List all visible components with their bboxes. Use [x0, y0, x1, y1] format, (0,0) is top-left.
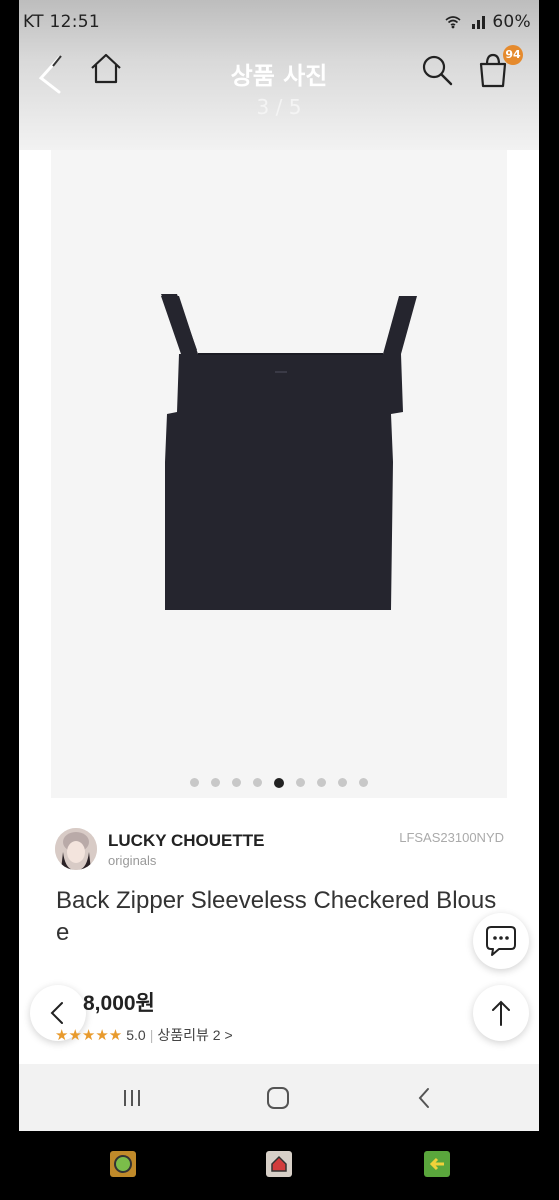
dock-app-icon[interactable] [424, 1151, 450, 1177]
home-app-icon [271, 1155, 287, 1172]
cart-count-badge: 94 [503, 45, 523, 65]
chat-bubble-icon [486, 926, 516, 956]
sleeveless-top-image [161, 294, 417, 610]
product-name: Back Zipper Sleeveless Checkered Blouse [56, 887, 497, 946]
carousel-dots [19, 772, 539, 788]
battery-text: 60% [492, 12, 531, 32]
dock-app-icon[interactable] [266, 1151, 292, 1177]
circle-app-icon [114, 1155, 132, 1173]
system-nav-bar [19, 1064, 539, 1131]
app-screen: KT 12:51 60% 상품 사진 3 / 5 94 LUCKY CHOUET… [19, 0, 539, 1131]
product-image[interactable] [51, 150, 507, 798]
carousel-dot[interactable] [338, 778, 347, 787]
image-counter: 3 / 5 [256, 95, 302, 119]
carousel-dot-active[interactable] [274, 777, 284, 788]
carousel-dot[interactable] [317, 778, 326, 787]
brand-name[interactable]: LUCKY CHOUETTE [108, 831, 264, 851]
back-nav-button[interactable] [409, 1084, 439, 1112]
chat-button[interactable] [473, 913, 529, 969]
rating-separator: | [149, 1027, 154, 1043]
product-code: LFSAS23100NYD [399, 830, 504, 845]
rating-stars: ★★★★★ [55, 1027, 123, 1044]
carousel-dot[interactable] [253, 778, 262, 787]
carousel-dot[interactable] [190, 778, 199, 787]
rating-value: 5.0 [126, 1027, 146, 1043]
rating-row: ★★★★★ 5.0 | 상품리뷰 2 > [55, 1025, 233, 1045]
avatar[interactable] [55, 828, 97, 870]
search-icon [422, 55, 453, 86]
page-title: 상품 사진 [230, 62, 328, 90]
signal-icon [471, 16, 485, 29]
search-button[interactable] [419, 52, 455, 88]
review-link[interactable]: 상품리뷰 2 > [157, 1027, 232, 1043]
carousel-dot[interactable] [211, 778, 220, 787]
wifi-icon [445, 16, 461, 29]
recent-apps-icon [124, 1090, 140, 1106]
carousel-dot[interactable] [359, 778, 368, 787]
back-nav-icon [418, 1088, 429, 1108]
home-nav-icon [267, 1087, 289, 1109]
status-left-text: KT 12:51 [23, 12, 101, 32]
brand-avatar-image [55, 828, 97, 870]
home-nav-button[interactable] [263, 1084, 293, 1112]
carousel-dot[interactable] [296, 778, 305, 787]
carousel-dot[interactable] [232, 778, 241, 787]
brand-subtitle: originals [108, 853, 157, 868]
product-price: 8,000원 [83, 992, 155, 1015]
arrow-app-icon [429, 1157, 444, 1171]
bottom-dock [0, 1131, 559, 1200]
status-right: 60% [441, 12, 531, 32]
dock-app-icon[interactable] [110, 1151, 136, 1177]
status-bar: KT 12:51 60% [19, 8, 539, 38]
scroll-top-button[interactable] [473, 985, 529, 1041]
recent-apps-button[interactable] [117, 1084, 147, 1112]
arrow-up-icon [492, 1000, 510, 1026]
